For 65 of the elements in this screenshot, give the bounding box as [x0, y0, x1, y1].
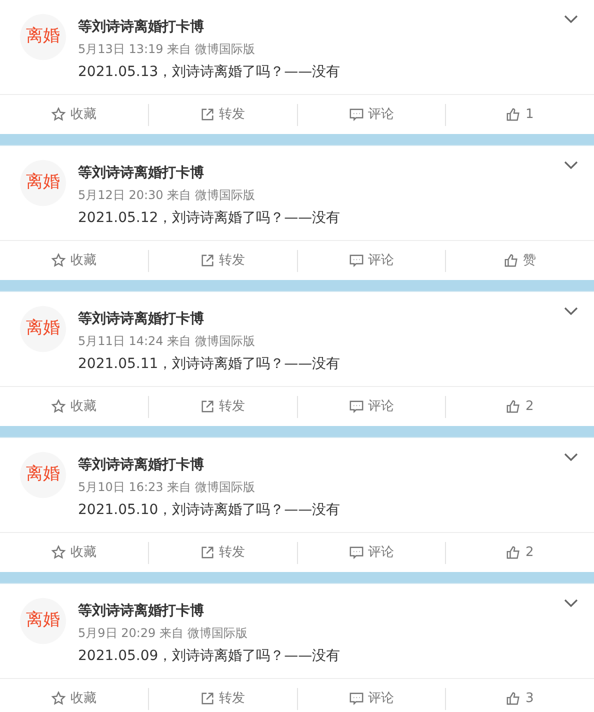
repost-button[interactable]: 转发 [200, 688, 246, 708]
chevron-down-icon[interactable] [564, 453, 578, 461]
avatar[interactable]: 离婚 [20, 452, 66, 498]
author-name[interactable]: 等刘诗诗离婚打卡博 [78, 16, 340, 38]
repost-button[interactable]: 转发 [200, 250, 246, 270]
star-icon [51, 253, 66, 268]
comment-icon [348, 545, 364, 560]
post-meta: 5月9日 20:29 来自 微博国际版 [78, 625, 248, 642]
star-icon [51, 107, 66, 122]
like-button[interactable]: 2 [506, 542, 534, 562]
like-button[interactable]: 2 [506, 396, 534, 416]
comment-button[interactable]: 评论 [348, 396, 394, 416]
thumbs-up-icon [506, 399, 522, 414]
star-icon [51, 691, 66, 706]
author-name[interactable]: 等刘诗诗离婚打卡博 [78, 162, 340, 184]
post-text: 2021.05.13，刘诗诗离婚了吗？——没有 [78, 63, 340, 82]
post-meta: 5月11日 14:24 来自 微博国际版 [78, 333, 256, 350]
post-meta: 5月12日 20:30 来自 微博国际版 [78, 187, 256, 204]
comment-button[interactable]: 评论 [348, 104, 394, 124]
repost-button[interactable]: 转发 [200, 396, 246, 416]
repost-button[interactable]: 转发 [200, 104, 246, 124]
chevron-down-icon[interactable] [564, 161, 578, 169]
comment-button[interactable]: 评论 [348, 250, 394, 270]
comment-button[interactable]: 评论 [348, 688, 394, 708]
favorite-button[interactable]: 收藏 [51, 688, 96, 708]
avatar[interactable]: 离婚 [20, 14, 66, 60]
like-button[interactable]: 1 [506, 104, 534, 124]
star-icon [51, 399, 66, 414]
favorite-button[interactable]: 收藏 [51, 542, 96, 562]
like-button[interactable]: 赞 [504, 250, 536, 270]
share-icon [200, 545, 216, 560]
star-icon [51, 545, 66, 560]
post-meta: 5月10日 16:23 来自 微博国际版 [78, 479, 256, 496]
post-text: 2021.05.10，刘诗诗离婚了吗？——没有 [78, 501, 340, 520]
favorite-button[interactable]: 收藏 [51, 396, 96, 416]
post-text: 2021.05.11，刘诗诗离婚了吗？——没有 [78, 355, 340, 374]
like-button[interactable]: 3 [506, 688, 534, 708]
chevron-down-icon[interactable] [564, 307, 578, 315]
favorite-button[interactable]: 收藏 [51, 250, 96, 270]
share-icon [200, 399, 216, 414]
post-text: 2021.05.12，刘诗诗离婚了吗？——没有 [78, 209, 340, 228]
comment-button[interactable]: 评论 [348, 542, 394, 562]
favorite-button[interactable]: 收藏 [51, 104, 96, 124]
author-name[interactable]: 等刘诗诗离婚打卡博 [78, 454, 340, 476]
post-text: 2021.05.09，刘诗诗离婚了吗？——没有 [78, 647, 340, 666]
share-icon [200, 253, 216, 268]
repost-button[interactable]: 转发 [200, 542, 246, 562]
chevron-down-icon[interactable] [564, 15, 578, 23]
author-name[interactable]: 等刘诗诗离婚打卡博 [78, 600, 340, 622]
comment-icon [348, 399, 364, 414]
post-meta: 5月13日 13:19 来自 微博国际版 [78, 41, 256, 58]
avatar[interactable]: 离婚 [20, 160, 66, 206]
comment-icon [348, 107, 364, 122]
chevron-down-icon[interactable] [564, 599, 578, 607]
comment-icon [348, 253, 364, 268]
comment-icon [348, 691, 364, 706]
share-icon [200, 107, 216, 122]
author-name[interactable]: 等刘诗诗离婚打卡博 [78, 308, 340, 330]
thumbs-up-icon [506, 107, 522, 122]
thumbs-up-icon [506, 545, 522, 560]
thumbs-up-icon [504, 253, 520, 268]
thumbs-up-icon [506, 691, 522, 706]
avatar[interactable]: 离婚 [20, 598, 66, 644]
share-icon [200, 691, 216, 706]
avatar[interactable]: 离婚 [20, 306, 66, 352]
